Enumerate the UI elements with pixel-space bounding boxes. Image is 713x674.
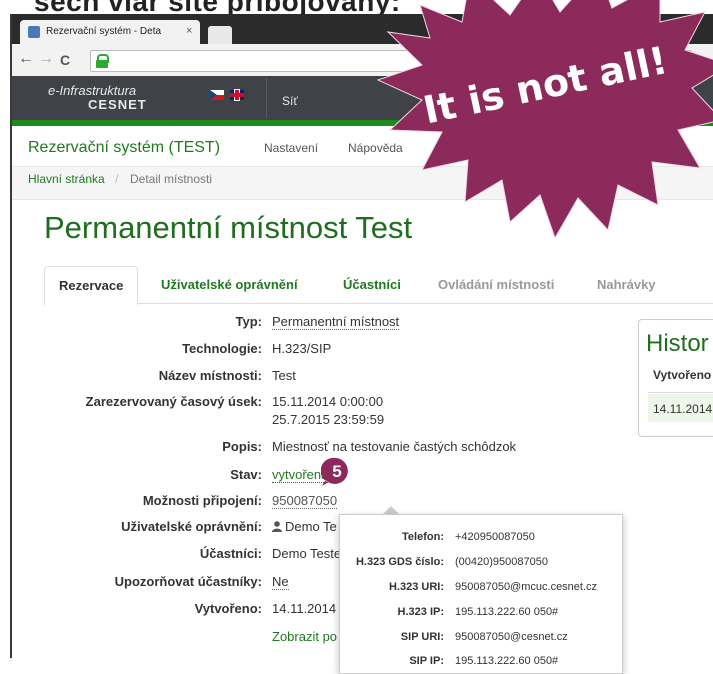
browser-tab[interactable]: Rezervační systém - Deta × <box>20 20 200 44</box>
nav-divider <box>266 78 267 118</box>
popover-arrow <box>383 506 399 514</box>
tab-ucastnici[interactable]: Účastníci <box>329 266 415 304</box>
new-tab-button[interactable] <box>208 26 232 44</box>
breadcrumb-home-link[interactable]: Hlavní stránka <box>28 172 105 186</box>
nazev-label: Název místnosti: <box>158 368 262 383</box>
back-icon[interactable]: ← <box>18 50 34 68</box>
moznosti-label: Možnosti připojení: <box>142 493 262 508</box>
annotation-marker-number: 5 <box>332 462 341 481</box>
popover-value-telefon: +420950087050 <box>455 531 535 543</box>
ucastnici-value: Demo Teste <box>272 546 342 561</box>
user-icon <box>272 520 282 532</box>
opravneni-label: Uživatelské oprávnění: <box>121 519 262 534</box>
usek-to: 25.7.2015 23:59:59 <box>272 412 385 427</box>
opravneni-value: Demo Te <box>272 519 337 534</box>
vytvoreno-label: Vytvořeno: <box>194 601 262 616</box>
browser-tab-title: Rezervační systém - Deta <box>46 26 162 37</box>
popover-label-sip-ip: SIP IP: <box>409 655 444 667</box>
upozornovat-link[interactable]: Ne <box>272 574 289 590</box>
breadcrumb-current: Detail místnosti <box>130 172 213 186</box>
favicon-icon <box>28 26 40 38</box>
breadcrumb-separator: / <box>115 172 119 186</box>
tab-rezervace[interactable]: Rezervace <box>44 266 139 306</box>
opravneni-text: Demo Te <box>285 519 337 534</box>
vytvoreno-value: 14.11.2014 <box>272 601 337 616</box>
page-title: Permanentní místnost Test <box>44 210 413 245</box>
brand-line1[interactable]: e-Infrastruktura <box>48 83 136 98</box>
popis-label: Popis: <box>222 439 262 454</box>
brand-line2[interactable]: CESNET <box>88 97 147 112</box>
typ-link[interactable]: Permanentní místnost <box>272 314 400 330</box>
popover-label-telefon: Telefon: <box>402 531 444 543</box>
menu-nastaveni[interactable]: Nastavení <box>264 141 318 155</box>
stav-link[interactable]: vytvořena <box>272 467 329 483</box>
zobrazit-link[interactable]: Zobrazit po <box>272 629 337 644</box>
popover-value-h323-uri: 950087050@mcuc.cesnet.cz <box>455 581 598 593</box>
popover-value-sip-uri: 950087050@cesnet.cz <box>455 631 568 643</box>
technologie-value: H.323/SIP <box>272 341 332 356</box>
moznosti-value[interactable]: 950087050 <box>272 493 338 509</box>
typ-label: Typ: <box>235 314 262 329</box>
connection-popover: Telefon: +420950087050 H.323 GDS číslo: … <box>339 514 623 674</box>
popover-label-h323-gds: H.323 GDS číslo: <box>355 556 444 568</box>
nav-item-sit[interactable]: Síť <box>282 94 298 108</box>
popis-value: Miestnosť na testovanie častých schôdzok <box>272 439 517 454</box>
ucastnici-label: Účastníci: <box>199 546 262 561</box>
tab-uzivatelske-opravneni[interactable]: Uživatelské oprávnění <box>147 266 312 304</box>
history-title: Histor <box>646 330 709 357</box>
popover-label-h323-uri: H.323 URI: <box>388 581 444 593</box>
stav-label: Stav: <box>230 467 262 482</box>
history-divider <box>648 392 713 393</box>
czech-flag-icon[interactable] <box>210 90 224 100</box>
history-row-value: 14.11.2014 <box>653 402 713 416</box>
moznosti-link[interactable]: 950087050 <box>272 493 338 509</box>
popover-value-sip-ip: 195.113.222.60 050# <box>455 655 559 667</box>
history-column-header: Vytvořeno <box>653 368 712 382</box>
usek-label: Zarezervovaný časový úsek: <box>85 394 262 409</box>
upozornovat-value[interactable]: Ne <box>272 574 289 590</box>
typ-value[interactable]: Permanentní místnost <box>272 314 400 330</box>
app-title[interactable]: Rezervační systém (TEST) <box>28 139 220 157</box>
nazev-value: Test <box>272 368 296 383</box>
popover-label-h323-ip: H.323 IP: <box>397 606 444 618</box>
close-tab-icon[interactable]: × <box>186 25 192 37</box>
stav-value[interactable]: vytvořena <box>272 467 329 483</box>
popover-label-sip-uri: SIP URI: <box>400 631 444 643</box>
popover-value-h323-ip: 195.113.222.60 050# <box>455 606 559 618</box>
forward-icon[interactable]: → <box>38 50 54 68</box>
lock-icon-body <box>96 60 108 68</box>
reload-icon[interactable]: C <box>60 52 70 68</box>
uk-flag-icon[interactable] <box>230 90 244 100</box>
technologie-label: Technologie: <box>182 341 262 356</box>
upozornovat-label: Upozorňovat účastníky: <box>114 574 262 589</box>
usek-from: 15.11.2014 0:00:00 <box>272 394 384 409</box>
starburst-callout: It is not all! <box>376 0 713 240</box>
popover-value-h323-gds: (00420)950087050 <box>455 556 548 568</box>
tab-ovladani-mistnosti: Ovládání místnosti <box>438 277 555 292</box>
annotation-marker-5: 5 <box>321 457 348 486</box>
tab-nahravky: Nahrávky <box>597 277 656 292</box>
